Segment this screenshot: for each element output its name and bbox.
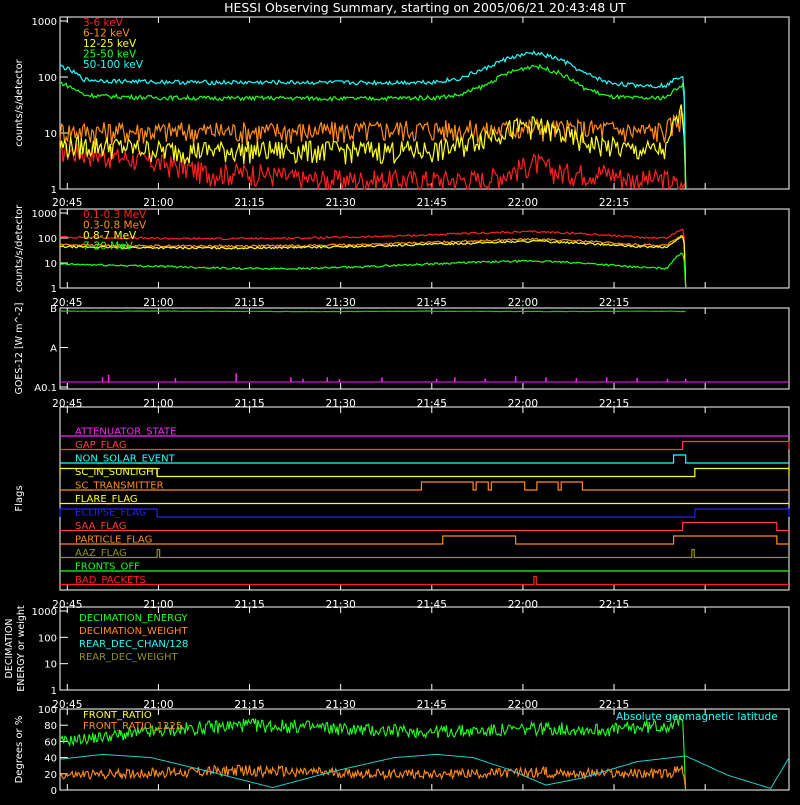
- x-tick-label: 22:00: [508, 297, 538, 309]
- flag-line-gap-flag: [60, 440, 790, 451]
- series-line-12-25-kev: [59, 104, 687, 190]
- flag-label: FRONTS_OFF: [75, 562, 140, 573]
- flag-label: GAP_FLAG: [75, 440, 127, 451]
- y-tick-label: A: [50, 343, 57, 354]
- flag-label: AAZ_FLAG: [75, 548, 127, 559]
- legend-entry: 7-20 MeV: [83, 241, 134, 253]
- flag-line-saa-flag: [60, 521, 789, 532]
- y-tick-label: 10: [44, 129, 57, 140]
- x-tick-label: 21:00: [143, 297, 173, 309]
- y-tick-label: B: [50, 304, 57, 315]
- y-tick-label: 40: [44, 754, 57, 765]
- panel-frame-3: [59, 307, 790, 390]
- y-tick-label: 100: [38, 73, 57, 84]
- legend-entry: 50-100 keV: [83, 59, 144, 71]
- x-tick-label: 22:15: [599, 197, 629, 209]
- y-tick-label: 1000: [32, 607, 57, 618]
- y-tick-label: 1000: [32, 209, 57, 220]
- summary-plot-canvas: HESSI Observing Summary, starting on 200…: [0, 0, 800, 800]
- flag-label: FLARE_FLAG: [75, 494, 138, 505]
- panel-frame-2: [59, 208, 790, 289]
- panel-frame-1: [59, 16, 790, 190]
- y-tick-label: 100: [38, 234, 57, 245]
- y-tick-label: 1: [51, 185, 57, 196]
- y-tick-label: 0: [51, 786, 57, 797]
- y-tick-label: 10: [44, 660, 57, 671]
- y-tick-label: 100: [38, 633, 57, 644]
- goes-flux-line: [59, 310, 686, 313]
- y-axis-label: counts/s/detector: [14, 204, 25, 292]
- plot-title: HESSI Observing Summary, starting on 200…: [224, 0, 626, 15]
- flag-line-bad-packets: [60, 575, 789, 586]
- x-tick-label: 21:45: [417, 297, 447, 309]
- series-line-7-20-mev: [59, 252, 687, 289]
- legend-entry: DECIMATION_ENERGY: [79, 613, 188, 624]
- flag-label: SC_TRANSMITTER: [75, 481, 164, 492]
- x-tick-label: 21:15: [234, 197, 264, 209]
- flag-label: SAA_FLAG: [75, 521, 126, 532]
- y-tick-label: 1: [51, 686, 57, 697]
- legend-entry: REAR_DEC_CHAN/128: [79, 639, 188, 650]
- series-line-0-1-0-3-mev: [59, 228, 687, 289]
- legend-entry: FRONT_RATIO: [83, 710, 152, 721]
- latitude-annotation: Absolute geomagnetic latitude: [616, 711, 778, 723]
- y-tick-label: 80: [44, 721, 57, 732]
- flag-line-particle-flag: [60, 535, 789, 545]
- y-tick-label: 1000: [32, 17, 57, 28]
- x-tick-label: 21:30: [326, 197, 356, 209]
- y-tick-label: 100: [38, 705, 57, 716]
- x-tick-label: 20:45: [52, 197, 82, 209]
- y-axis-label: Degrees or %: [14, 716, 25, 784]
- x-tick-label: 21:00: [143, 197, 173, 209]
- legend-entry: FRONT_RATIO_1225: [83, 721, 182, 732]
- series-line-3-6-kev: [59, 141, 687, 192]
- flag-label: ATTENUATOR_STATE: [75, 427, 176, 438]
- y-axis-label: counts/s/detector: [14, 58, 25, 146]
- series-line-6-12-kev: [59, 110, 687, 190]
- y-axis-label: GOES-12 [W m^-2]: [14, 303, 25, 395]
- x-tick-label: 22:00: [508, 197, 538, 209]
- y-tick-label: A0.1: [34, 383, 57, 394]
- x-tick-label: 21:15: [234, 297, 264, 309]
- flag-label: PARTICLE_FLAG: [75, 535, 152, 546]
- y-tick-label: 10: [44, 259, 57, 270]
- legend-entry: DECIMATION_WEIGHT: [79, 626, 188, 637]
- series-line-front-ratio-1225: [59, 764, 687, 791]
- legend-entry: REAR_DEC_WEIGHT: [79, 652, 178, 663]
- flag-label: BAD_PACKETS: [75, 575, 146, 586]
- x-tick-label: 21:45: [417, 197, 447, 209]
- flag-line-eclipse-flag: [59, 508, 790, 518]
- y-axis-label: DECIMATION: [4, 619, 15, 679]
- flag-line-sc-in-sunlight: [59, 467, 790, 478]
- x-tick-label: 22:15: [599, 297, 629, 309]
- y-tick-label: 1: [51, 284, 57, 295]
- flag-line-sc-transmitter: [60, 481, 789, 491]
- y-axis-label: ENERGY or weight: [16, 605, 27, 691]
- y-tick-label: 20: [44, 770, 57, 781]
- flag-label: NON_SOLAR_EVENT: [75, 454, 176, 465]
- series-line-0-8-7-mev: [59, 236, 687, 289]
- y-tick-label: 60: [44, 737, 57, 748]
- flag-label: ECLIPSE_FLAG: [75, 508, 146, 519]
- y-axis-label: Flags: [14, 485, 25, 511]
- x-tick-label: 21:30: [326, 297, 356, 309]
- flag-label: SC_IN_SUNLIGHT: [75, 467, 161, 478]
- summary-plot-svg: HESSI Observing Summary, starting on 200…: [4, 0, 790, 797]
- flag-line-aaz-flag: [60, 548, 789, 559]
